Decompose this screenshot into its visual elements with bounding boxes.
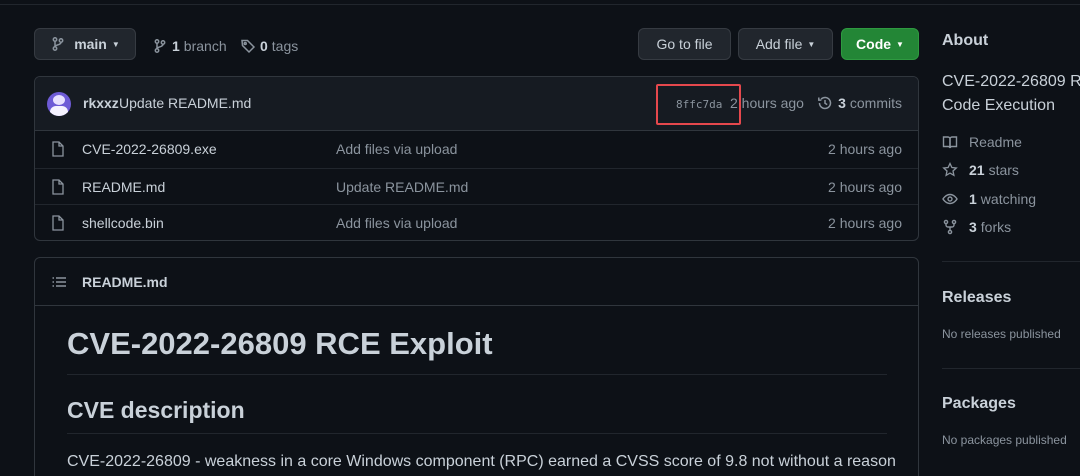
top-border [0,0,1080,5]
packages-title[interactable]: Packages [942,395,1016,413]
commit-message[interactable]: Update README.md [119,95,251,111]
commit-count: 3 [838,95,846,111]
readme-header: README.md [35,258,918,306]
file-icon [51,179,65,195]
readme-filename: README.md [82,274,168,290]
add-file-label: Add file [755,36,803,52]
branches-link[interactable]: 1 branch [152,36,227,56]
file-commit-time: 2 hours ago [828,179,902,195]
about-title: About [942,32,989,49]
git-branch-icon [50,36,66,52]
watching-link[interactable]: 1 watching [942,189,1036,209]
file-commit-time: 2 hours ago [828,141,902,157]
releases-empty-text: No releases published [942,327,1061,341]
stars-label: stars [988,162,1019,178]
add-file-button[interactable]: Add file ▼ [738,28,833,60]
avatar[interactable] [47,92,71,116]
book-icon [942,134,958,150]
forks-link[interactable]: 3 forks [942,217,1011,237]
file-commit-message[interactable]: Update README.md [336,179,468,195]
divider [942,261,1080,262]
file-icon [51,141,65,157]
commits-link[interactable]: 3 commits [817,95,902,111]
watching-label: watching [980,191,1037,207]
chevron-down-icon: ▼ [807,39,816,49]
file-commit-time: 2 hours ago [828,215,902,231]
file-name[interactable]: README.md [82,179,165,195]
packages-empty-text: No packages published [942,433,1067,447]
fork-icon [942,219,958,235]
repo-description: CVE-2022-26809 RCE Code Execution [942,73,1080,114]
file-name[interactable]: CVE-2022-26809.exe [82,141,217,157]
chevron-down-icon: ▼ [111,39,120,49]
file-row[interactable]: README.md Update README.md 2 hours ago [35,168,918,204]
git-branch-icon [152,38,168,54]
tag-count: 0 [260,38,268,54]
stars-link[interactable]: 21 stars [942,160,1019,180]
file-row[interactable]: CVE-2022-26809.exe Add files via upload … [35,131,918,167]
file-list: rkxxz Update README.md 8ffc7da 2 hours a… [34,76,919,241]
stars-count: 21 [969,162,985,178]
latest-commit-bar: rkxxz Update README.md 8ffc7da 2 hours a… [35,77,918,131]
watching-count: 1 [969,191,977,207]
tag-label: tags [271,38,299,54]
commit-time: 2 hours ago [730,95,804,111]
forks-label: forks [980,219,1012,235]
sha-highlight-box [656,84,741,125]
file-commit-message[interactable]: Add files via upload [336,215,457,231]
eye-icon [942,191,958,207]
readme-paragraph: CVE-2022-26809 - weakness in a core Wind… [67,453,897,470]
list-icon[interactable] [51,274,67,290]
file-commit-message[interactable]: Add files via upload [336,141,457,157]
branch-count: 1 [172,38,180,54]
repo-sidebar: About CVE-2022-26809 RCE Code Execution … [942,0,1080,476]
tag-icon [240,38,256,54]
code-button[interactable]: Code ▼ [841,28,919,60]
forks-count: 3 [969,219,977,235]
file-row[interactable]: shellcode.bin Add files via upload 2 hou… [35,204,918,240]
code-label: Code [856,36,892,52]
releases-title[interactable]: Releases [942,289,1011,307]
star-icon [942,162,958,178]
readme-link[interactable]: Readme [942,132,1022,152]
tags-link[interactable]: 0 tags [240,36,298,56]
readme-link-label: Readme [969,134,1022,150]
branch-label: branch [183,38,227,54]
file-icon [51,215,65,231]
commit-author[interactable]: rkxxz [83,95,119,111]
commit-label: commits [849,95,902,111]
readme-heading: CVE-2022-26809 RCE Exploit [67,326,887,375]
readme-panel: README.md CVE-2022-26809 RCE Exploit CVE… [34,257,919,476]
file-name[interactable]: shellcode.bin [82,215,164,231]
chevron-down-icon: ▼ [896,39,904,49]
history-icon [817,95,833,111]
readme-subheading: CVE description [67,397,887,434]
branch-name: main [74,36,107,52]
branch-select-button[interactable]: main ▼ [34,28,136,60]
divider [942,368,1080,369]
go-to-file-button[interactable]: Go to file [638,28,731,60]
